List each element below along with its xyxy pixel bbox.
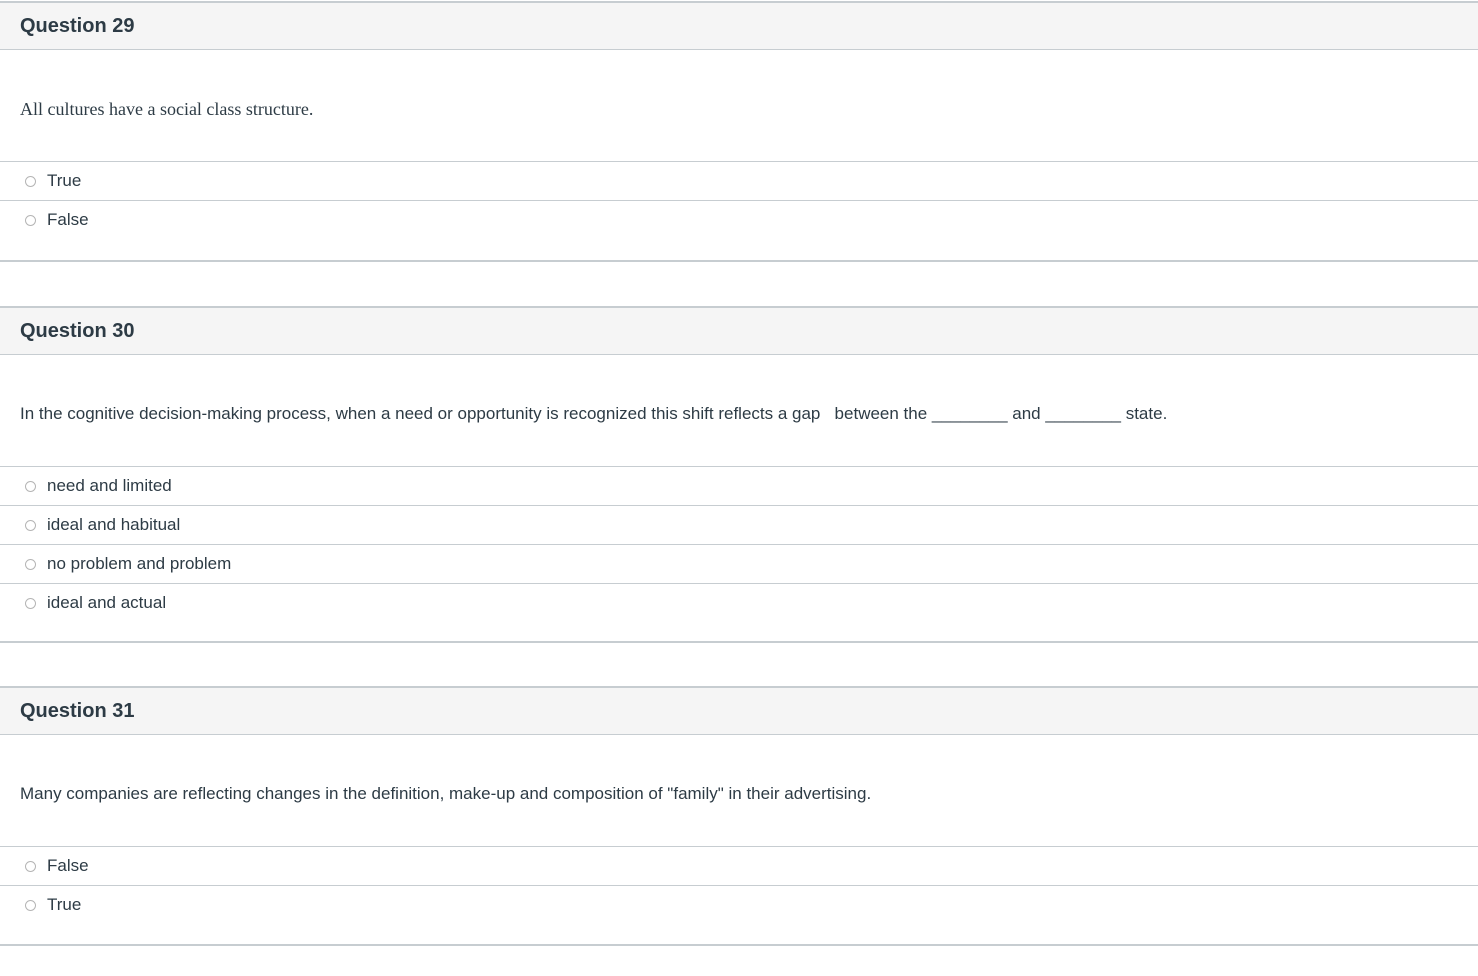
radio-button-icon[interactable] — [25, 519, 36, 531]
question-title: Question 30 — [20, 319, 135, 342]
answer-label: True — [47, 895, 82, 914]
answer-option[interactable]: True — [0, 162, 1478, 201]
answer-list: False True — [0, 846, 1478, 924]
radio-button-icon[interactable] — [25, 214, 36, 226]
question-31: Question 31 Many companies are reflectin… — [0, 686, 1478, 946]
answer-label: False — [47, 210, 89, 229]
question-header: Question 29 — [0, 3, 1478, 50]
question-title: Question 31 — [20, 699, 135, 722]
radio-button-icon[interactable] — [25, 597, 36, 609]
question-text: Many companies are reflecting changes in… — [20, 784, 872, 803]
question-header: Question 30 — [0, 308, 1478, 355]
radio-button-icon[interactable] — [25, 175, 36, 187]
answer-option[interactable]: False — [0, 201, 1478, 239]
question-29: Question 29 All cultures have a social c… — [0, 1, 1478, 262]
answer-option[interactable]: ideal and actual — [0, 584, 1478, 622]
answer-option[interactable]: True — [0, 886, 1478, 924]
answer-label: True — [47, 171, 82, 190]
radio-button-icon[interactable] — [25, 860, 36, 872]
question-text: All cultures have a social class structu… — [20, 99, 314, 119]
answer-list: True False — [0, 161, 1478, 239]
answer-label: no problem and problem — [47, 554, 232, 573]
answer-list: need and limited ideal and habitual no p… — [0, 466, 1478, 622]
answer-label: False — [47, 856, 89, 875]
answer-label: ideal and actual — [47, 593, 167, 612]
radio-button-icon[interactable] — [25, 558, 36, 570]
answer-option[interactable]: need and limited — [0, 467, 1478, 506]
question-header: Question 31 — [0, 688, 1478, 735]
answer-label: ideal and habitual — [47, 515, 181, 534]
answer-option[interactable]: ideal and habitual — [0, 506, 1478, 545]
radio-button-icon[interactable] — [25, 899, 36, 911]
answer-option[interactable]: False — [0, 847, 1478, 886]
radio-button-icon[interactable] — [25, 480, 36, 492]
answer-option[interactable]: no problem and problem — [0, 545, 1478, 584]
question-title: Question 29 — [20, 14, 135, 37]
question-30: Question 30 In the cognitive decision-ma… — [0, 306, 1478, 643]
question-text: In the cognitive decision-making process… — [20, 404, 1168, 423]
answer-label: need and limited — [47, 476, 172, 495]
